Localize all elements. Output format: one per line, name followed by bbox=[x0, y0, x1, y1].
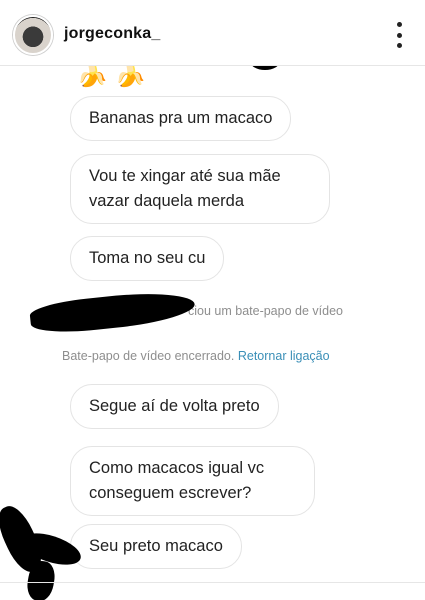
message-bubble[interactable]: Vou te xingar até sua mãe vazar daquela … bbox=[70, 154, 330, 224]
system-message: Bate-papo de vídeo encerrado. Retornar l… bbox=[62, 349, 330, 363]
avatar[interactable] bbox=[13, 15, 53, 55]
message-text: Vou te xingar até sua mãe bbox=[89, 167, 281, 185]
dot bbox=[396, 43, 402, 48]
message-thread: 🍌🍌 Bananas pra um macaco Vou te xingar a… bbox=[0, 66, 425, 600]
redaction-mark bbox=[250, 66, 280, 70]
banana-emoji: 🍌🍌 bbox=[76, 66, 153, 88]
system-text: Bate-papo de vídeo encerrado. bbox=[62, 349, 235, 363]
message-text: vazar daquela merda bbox=[89, 192, 245, 210]
message-bubble[interactable]: Como macacos igual vc conseguem escrever… bbox=[70, 446, 315, 516]
redaction-mark bbox=[28, 287, 197, 337]
system-message: ciou um bate-papo de vídeo bbox=[188, 304, 343, 318]
message-bubble[interactable]: Bananas pra um macaco bbox=[70, 96, 292, 141]
chat-header: jorgeconka_ bbox=[0, 0, 425, 66]
call-back-link[interactable]: Retornar ligação bbox=[238, 349, 330, 363]
message-text: Toma no seu cu bbox=[89, 249, 206, 267]
message-text: conseguem escrever? bbox=[89, 484, 252, 502]
message-text: Bananas pra um macaco bbox=[89, 109, 273, 127]
dot bbox=[396, 22, 402, 27]
message-bubble[interactable]: Toma no seu cu bbox=[70, 236, 225, 281]
message-bubble[interactable]: Seu preto macaco bbox=[70, 524, 242, 569]
message-text: Segue aí de volta preto bbox=[89, 397, 260, 415]
more-options-icon[interactable] bbox=[395, 22, 403, 48]
message-text: Seu preto macaco bbox=[89, 537, 223, 555]
message-bubble[interactable]: Segue aí de volta preto bbox=[70, 384, 279, 429]
divider bbox=[0, 582, 425, 583]
username[interactable]: jorgeconka_ bbox=[64, 25, 160, 43]
dot bbox=[396, 32, 402, 38]
message-text: Como macacos igual vc bbox=[89, 459, 265, 477]
